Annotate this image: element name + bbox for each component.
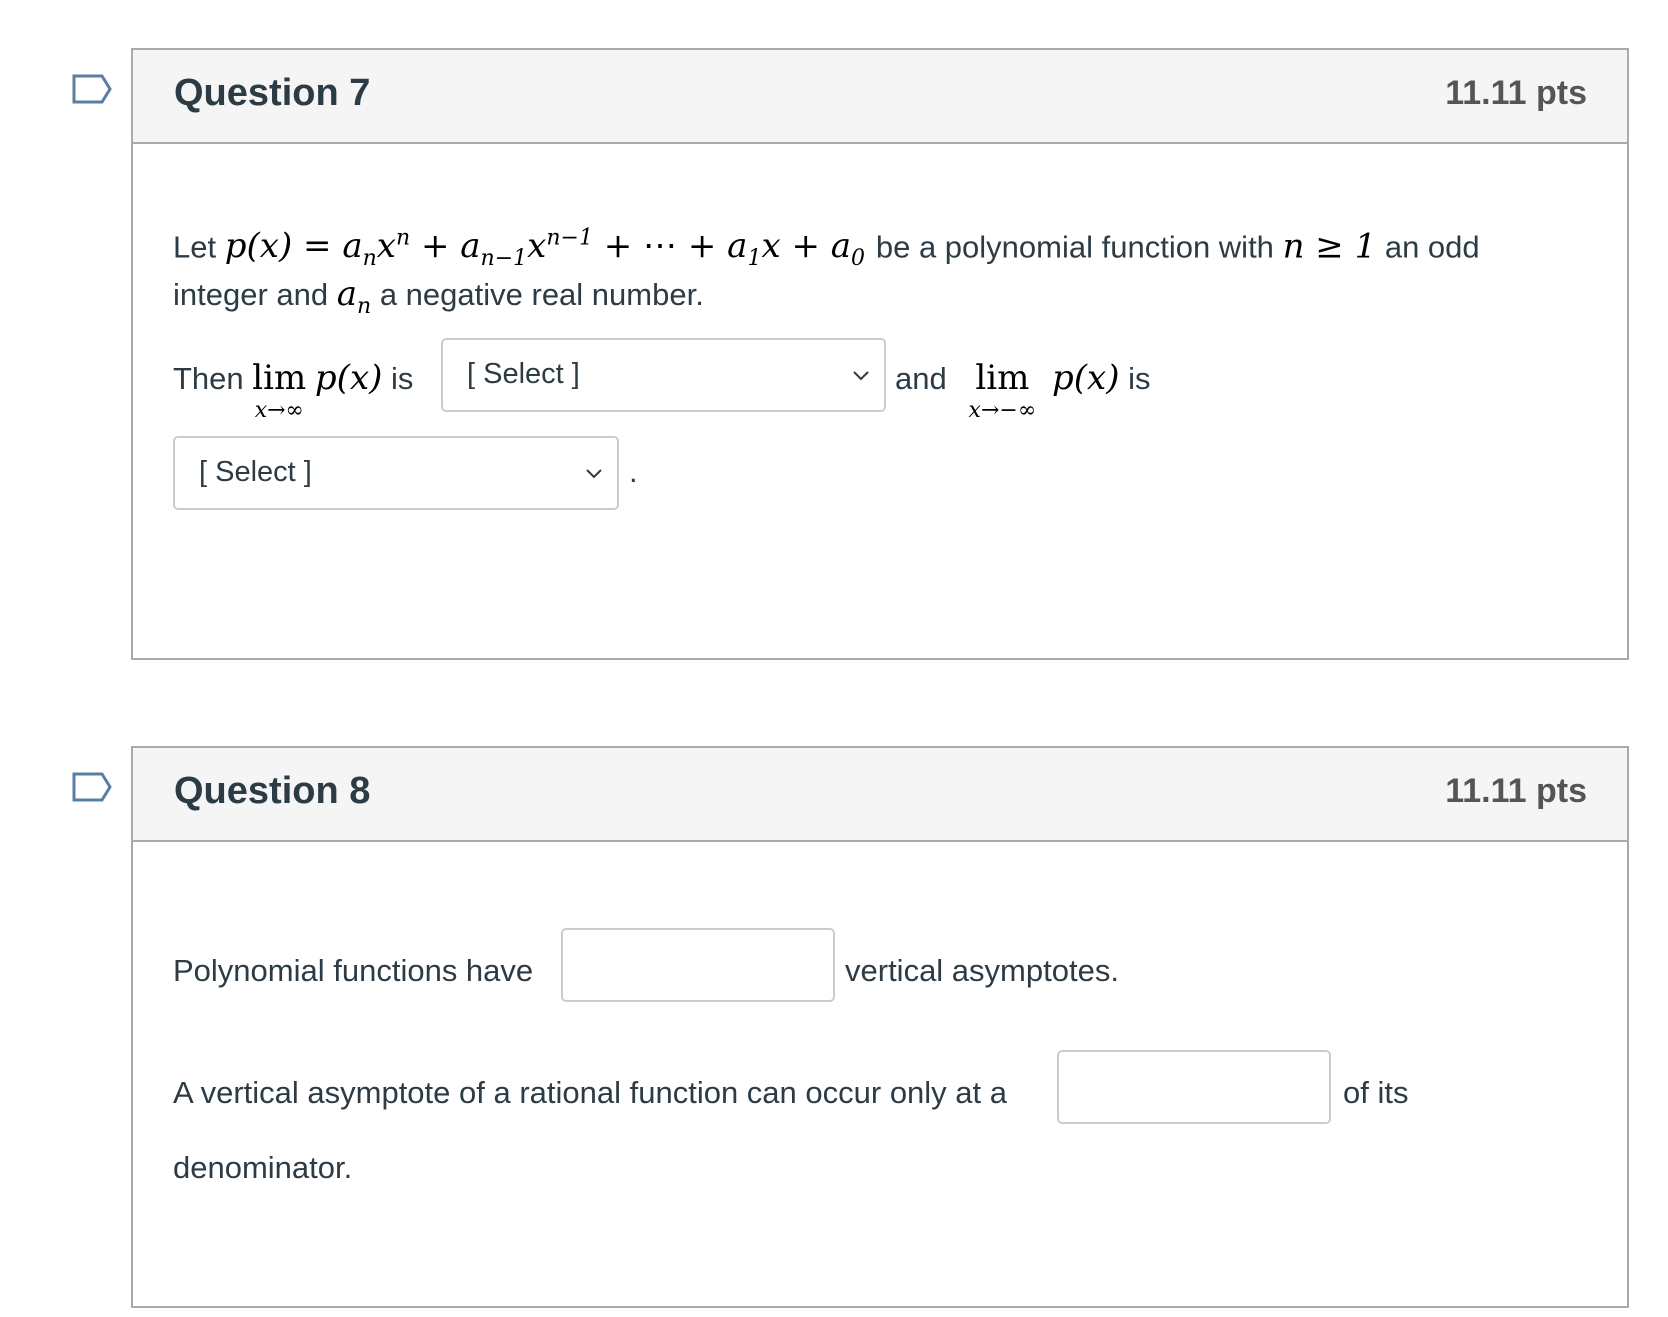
question-points: 11.11 pts bbox=[1445, 772, 1587, 810]
question-header: Question 8 11.11 pts bbox=[133, 748, 1627, 842]
question-header: Question 7 11.11 pts bbox=[133, 50, 1627, 144]
question-title: Question 8 bbox=[174, 770, 371, 812]
question-text-line-3: Then lim x→∞ p(x) is bbox=[173, 358, 414, 423]
limit-pos-inf: lim x→∞ bbox=[252, 358, 307, 423]
limit-neg-inf-select[interactable]: [ Select ] bbox=[173, 436, 619, 510]
question-8: Question 8 11.11 pts Polynomial function… bbox=[131, 746, 1629, 1308]
limit-pos-inf-select[interactable]: [ Select ] bbox=[441, 338, 886, 412]
question-text-line-1: Let p(x) = anxn + an−1xn−1 + ⋯ + a1x + a… bbox=[173, 226, 1480, 272]
limit-neg-inf: lim x→−∞ bbox=[968, 358, 1037, 423]
chevron-down-icon bbox=[586, 469, 602, 479]
question-points: 11.11 pts bbox=[1445, 74, 1587, 112]
question-7: Question 7 11.11 pts Let p(x) = anxn + a… bbox=[131, 48, 1629, 660]
vertical-asymptote-location-input[interactable] bbox=[1057, 1050, 1331, 1124]
flag-question-icon[interactable] bbox=[72, 772, 112, 802]
question-text-line-3b: and lim x→−∞ p(x) is bbox=[895, 358, 1151, 423]
question-title: Question 7 bbox=[174, 72, 371, 114]
flag-question-icon[interactable] bbox=[72, 74, 112, 104]
polynomial-formula: p(x) = anxn + an−1xn−1 + ⋯ + a1x + a0 bbox=[224, 226, 866, 272]
vertical-asymptotes-count-input[interactable] bbox=[561, 928, 835, 1002]
question-text-line-2: integer and an a negative real number. bbox=[173, 274, 704, 319]
chevron-down-icon bbox=[853, 371, 869, 381]
